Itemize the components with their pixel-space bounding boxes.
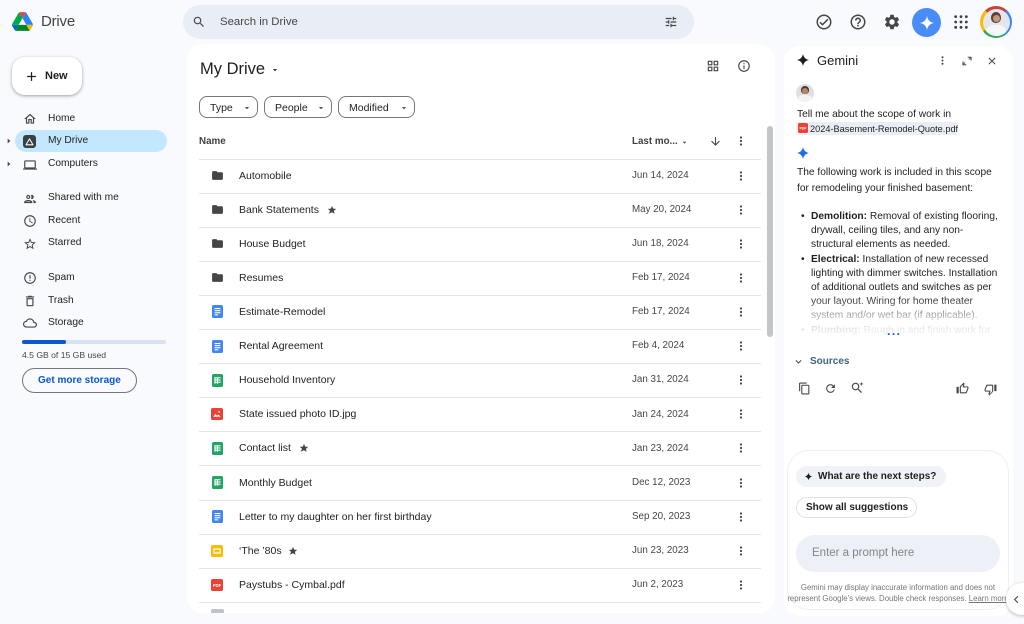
svg-text:PDF: PDF — [800, 127, 807, 131]
svg-text:PDF: PDF — [213, 583, 222, 588]
